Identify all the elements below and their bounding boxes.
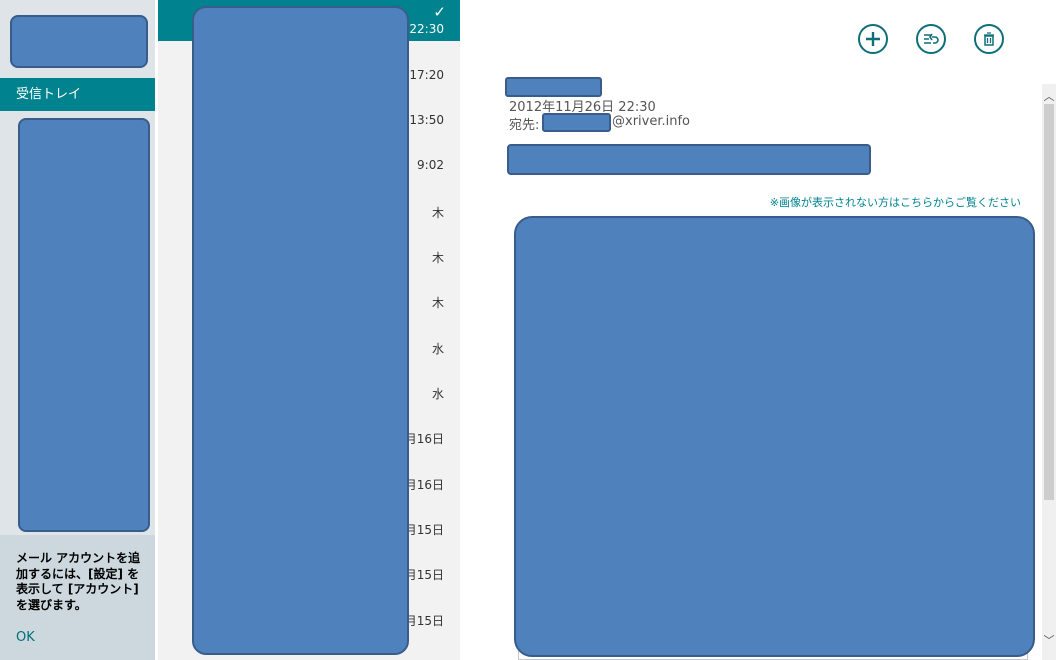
redacted-sender-name	[505, 77, 602, 97]
message-time: 木	[431, 296, 444, 310]
message-time: 月15日	[404, 614, 444, 628]
redacted-recipient	[542, 113, 611, 132]
redacted-message-body	[514, 216, 1035, 657]
message-time: 月15日	[404, 523, 444, 537]
scrollbar-thumb[interactable]	[1044, 104, 1054, 500]
redacted-folder-list	[18, 118, 150, 532]
message-time: 水	[431, 342, 444, 356]
message-time: 9:02	[417, 158, 444, 172]
message-time: 13:50	[409, 113, 444, 127]
scroll-down-icon[interactable]: ﹀	[1042, 632, 1056, 648]
reading-pane-scrollbar[interactable]: ︿ ﹀	[1042, 84, 1056, 660]
message-list: ✓ 22:30 17:20 13:50 9:02 木 木 木 水 水 月16日 …	[158, 0, 460, 660]
message-time: 月15日	[404, 568, 444, 582]
folder-sidebar: 受信トレイ メール アカウントを追 加するには、[設定] を 表示して [アカウ…	[0, 0, 155, 660]
image-fallback-link[interactable]: ※画像が表示されない方はこちらからご覧ください	[770, 194, 1021, 210]
folder-inbox[interactable]: 受信トレイ	[0, 78, 155, 111]
redacted-account-name	[10, 15, 148, 68]
new-message-button[interactable]	[858, 24, 888, 54]
plus-icon	[866, 32, 880, 46]
message-time: 月16日	[404, 432, 444, 446]
reply-icon	[924, 33, 939, 44]
message-time: 木	[431, 251, 444, 265]
reading-pane: 2012年11月26日 22:30 宛先: @xriver.info ※画像が表…	[460, 0, 1056, 660]
redacted-message-previews	[192, 6, 409, 655]
message-time: 17:20	[409, 68, 444, 82]
trash-icon	[984, 32, 994, 46]
message-time: 水	[431, 387, 444, 401]
message-time: 木	[431, 206, 444, 220]
to-domain: @xriver.info	[612, 114, 691, 129]
message-time: 22:30	[409, 22, 444, 36]
ok-link[interactable]: OK	[16, 630, 35, 645]
to-label: 宛先:	[509, 118, 540, 133]
check-icon: ✓	[433, 3, 446, 21]
scroll-up-icon[interactable]: ︿	[1042, 88, 1056, 104]
reply-button[interactable]	[916, 24, 946, 54]
message-time: 月16日	[404, 478, 444, 492]
delete-button[interactable]	[974, 24, 1004, 54]
redacted-subject	[507, 144, 871, 175]
